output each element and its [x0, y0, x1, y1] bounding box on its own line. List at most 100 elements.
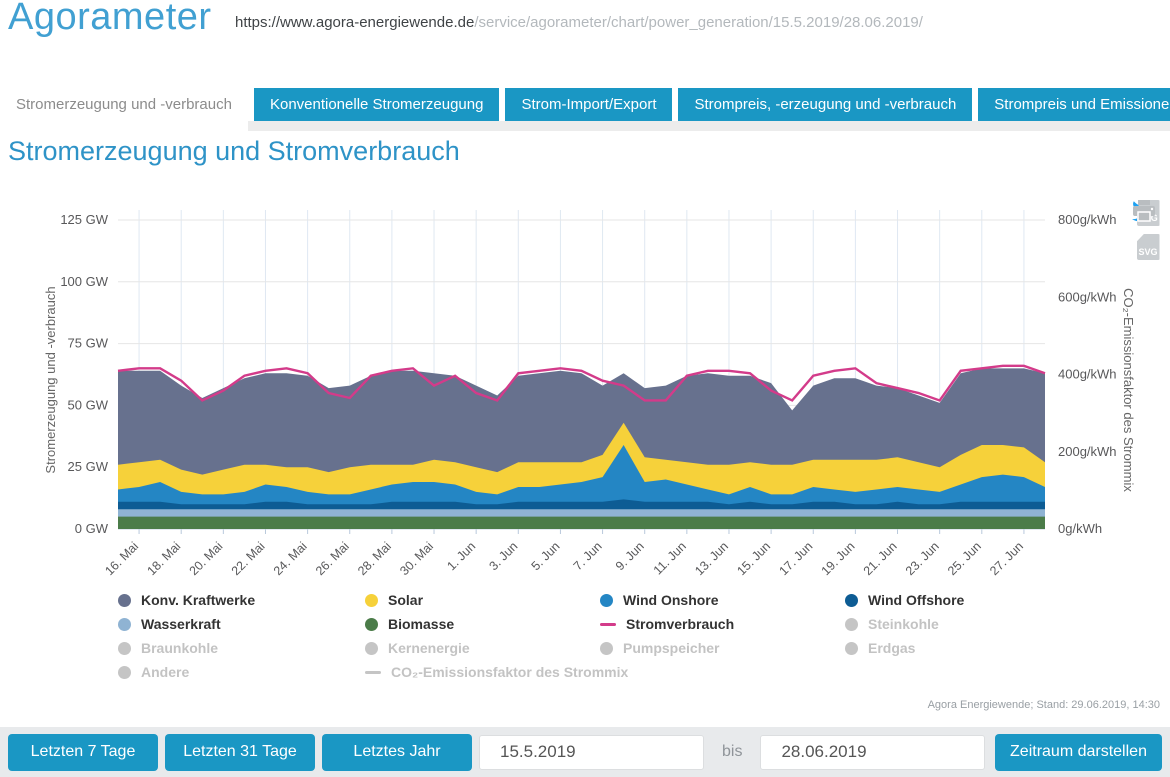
legend-label: Solar — [388, 592, 424, 608]
svg-text:15. Jun: 15. Jun — [734, 539, 773, 578]
svg-text:400g/kWh: 400g/kWh — [1058, 367, 1117, 382]
legend-marker — [600, 641, 613, 655]
legend-item-braunkohle[interactable]: Braunkohle — [118, 636, 255, 660]
svg-text:16. Mai: 16. Mai — [102, 539, 141, 578]
legend-item-wasserkraft[interactable]: Wasserkraft — [118, 612, 255, 636]
svg-text:20. Mai: 20. Mai — [187, 539, 226, 578]
svg-text:11. Jun: 11. Jun — [651, 539, 689, 577]
svg-text:200g/kWh: 200g/kWh — [1058, 444, 1117, 459]
apply-range-button[interactable]: Zeitraum darstellen — [995, 733, 1162, 771]
svg-text:125 GW: 125 GW — [60, 212, 108, 227]
legend-item-wind-onshore[interactable]: Wind Onshore — [600, 588, 734, 612]
svg-text:28. Mai: 28. Mai — [355, 539, 394, 578]
right-axis-ticks: 0g/kWh 200g/kWh 400g/kWh 600g/kWh 800g/kWh — [1058, 212, 1117, 536]
legend-column: Konv. Kraftwerke Wasserkraft Braunkohle And… — [118, 588, 255, 684]
tab-strompreis-und-emissionen[interactable]: Strompreis und Emissionen — [978, 88, 1170, 121]
legend-marker — [118, 593, 131, 607]
legend-label: Biomasse — [388, 616, 455, 632]
legend-column: Wind Onshore Stromverbrauch Pumpspeicher — [600, 588, 734, 660]
legend-column: Wind Offshore Steinkohle Erdgas — [845, 588, 964, 660]
svg-text:30. Mai: 30. Mai — [397, 539, 436, 578]
legend-column: Solar Biomasse Kernenergie CO₂-Emissionsfak… — [365, 588, 628, 684]
legend-item-wind-offshore[interactable]: Wind Offshore — [845, 588, 964, 612]
svg-download-icon[interactable]: SVG — [1136, 234, 1160, 260]
date-range-bar: Letzten 7 Tage Letzten 31 Tage Letztes Jah… — [0, 727, 1170, 777]
legend-marker — [118, 641, 131, 655]
legend-marker — [600, 622, 616, 626]
letztes-jahr-button[interactable]: Letztes Jahr — [322, 733, 472, 771]
print-icon[interactable] — [1132, 200, 1156, 222]
tab-stromerzeugung-und-verbrauch[interactable]: Stromerzeugung und -verbrauch — [0, 88, 248, 131]
legend-item-pumpspeicher[interactable]: Pumpspeicher — [600, 636, 734, 660]
area-biomasse — [118, 516, 1045, 529]
legend-item-stromverbrauch[interactable]: Stromverbrauch — [600, 612, 734, 636]
svg-text:0 GW: 0 GW — [75, 521, 109, 536]
svg-text:9. Jun: 9. Jun — [613, 539, 647, 573]
legend-item-andere[interactable]: Andere — [118, 660, 255, 684]
svg-text:0g/kWh: 0g/kWh — [1058, 521, 1102, 536]
legend-marker — [845, 593, 858, 607]
svg-text:19. Jun: 19. Jun — [819, 539, 858, 578]
agorameter-app: Agorameter https://www.agora-energiewend… — [0, 0, 1170, 777]
url-path: /service/agorameter/chart/power_generati… — [474, 14, 923, 31]
left-axis-ticks: 0 GW 25 GW 50 GW 75 GW 100 GW 125 GW — [60, 212, 108, 536]
svg-text:17. Jun: 17. Jun — [776, 539, 815, 578]
tab-bar: Stromerzeugung und -verbrauch Konventione… — [0, 88, 1170, 131]
legend-label: Wasserkraft — [141, 616, 221, 632]
svg-text:18. Mai: 18. Mai — [144, 539, 183, 578]
legend-marker — [845, 641, 858, 655]
svg-text:800g/kWh: 800g/kWh — [1058, 212, 1117, 227]
legend-item-kernenergie[interactable]: Kernenergie — [365, 636, 628, 660]
date-from-input[interactable] — [479, 734, 704, 770]
svg-text:25. Jun: 25. Jun — [945, 539, 984, 578]
legend-marker — [845, 617, 858, 631]
x-axis-labels: 16. Mai 18. Mai 20. Mai 22. Mai 24. Mai 26. M… — [102, 539, 1026, 578]
svg-text:25 GW: 25 GW — [68, 459, 109, 474]
legend-item-erdgas[interactable]: Erdgas — [845, 636, 964, 660]
stacked-areas — [118, 368, 1045, 529]
legend-marker — [365, 641, 378, 655]
svg-text:600g/kWh: 600g/kWh — [1058, 289, 1117, 304]
url-host: https://www.agora-energiewende.de — [235, 14, 475, 31]
letzten-31-tage-button[interactable]: Letzten 31 Tage — [165, 733, 315, 771]
svg-text:1. Jun: 1. Jun — [444, 539, 478, 573]
tab-strompreis-erzeugung-und-verbrauch[interactable]: Strompreis, -erzeugung und -verbrauch — [678, 88, 973, 121]
tab-konventionelle-stromerzeugung[interactable]: Konventionelle Stromerzeugung — [253, 88, 500, 121]
legend-item-solar[interactable]: Solar — [365, 588, 628, 612]
legend-label: Pumpspeicher — [623, 640, 720, 656]
chart-heading: Stromerzeugung und Stromverbrauch — [8, 136, 460, 166]
legend-marker — [365, 593, 378, 607]
svg-text:50 GW: 50 GW — [68, 397, 109, 412]
legend-marker — [365, 670, 381, 674]
bis-label: bis — [722, 743, 743, 760]
date-to-input[interactable] — [760, 734, 986, 770]
svg-text:22. Mai: 22. Mai — [229, 539, 268, 578]
svg-text:27. Jun: 27. Jun — [987, 539, 1026, 578]
legend-label: Braunkohle — [141, 640, 219, 656]
svg-text:24. Mai: 24. Mai — [271, 539, 310, 578]
power-generation-chart[interactable]: 0 GW 25 GW 50 GW 75 GW 100 GW 125 GW 0g/kWh 200… — [0, 190, 1170, 585]
legend-label: Konv. Kraftwerke — [141, 592, 256, 608]
left-axis-title: Stromerzeugung und -verbrauch — [43, 286, 58, 473]
svg-text:13. Jun: 13. Jun — [692, 539, 731, 578]
legend-item-biomasse[interactable]: Biomasse — [365, 612, 628, 636]
legend-label: Steinkohle — [868, 616, 939, 632]
legend-item-steinkohle[interactable]: Steinkohle — [845, 612, 964, 636]
legend-marker — [600, 593, 613, 607]
legend-item-co-emissionsfaktor-des-strommix[interactable]: CO₂-Emissionsfaktor des Strommix — [365, 660, 628, 684]
svg-text:26. Mai: 26. Mai — [313, 539, 352, 578]
legend-label: Stromverbrauch — [626, 616, 735, 632]
legend-marker — [365, 617, 378, 631]
tab-strom-import-export[interactable]: Strom-Import/Export — [505, 88, 673, 121]
share-toolbar: PNG SVG — [1132, 200, 1164, 260]
letzten-7-tage-button[interactable]: Letzten 7 Tage — [8, 733, 158, 771]
app-title: Agorameter — [8, 0, 212, 38]
legend-marker — [118, 665, 131, 679]
legend-label: CO₂-Emissionsfaktor des Strommix — [391, 664, 629, 680]
legend-label: Wind Offshore — [868, 592, 965, 608]
svg-text:23. Jun: 23. Jun — [903, 539, 942, 578]
chart-container: 0 GW 25 GW 50 GW 75 GW 100 GW 125 GW 0g/kWh 200… — [0, 190, 1170, 690]
svg-text:100 GW: 100 GW — [60, 274, 108, 289]
legend-item-konv-kraftwerke[interactable]: Konv. Kraftwerke — [118, 588, 255, 612]
svg-text:7. Jun: 7. Jun — [571, 539, 605, 573]
